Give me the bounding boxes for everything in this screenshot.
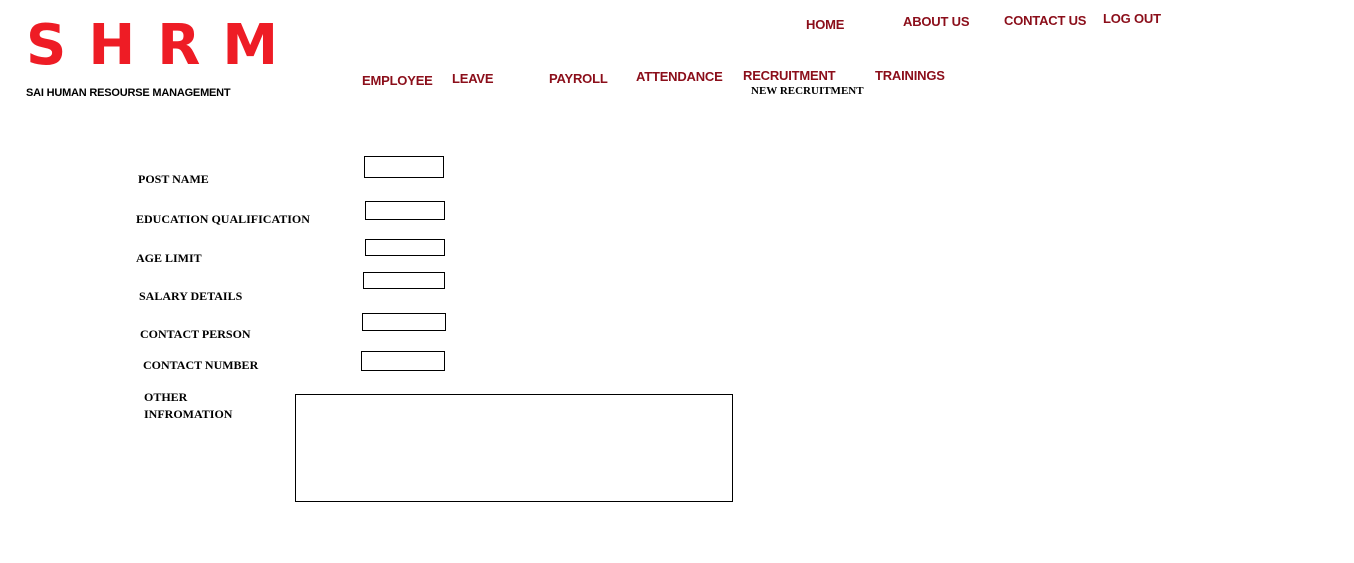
age-limit-input[interactable] bbox=[365, 239, 445, 256]
contact-person-input[interactable] bbox=[362, 313, 446, 331]
other-info-textarea[interactable] bbox=[295, 394, 733, 502]
education-input[interactable] bbox=[365, 201, 445, 220]
brand-tagline: SAI HUMAN RESOURSE MANAGEMENT bbox=[26, 87, 231, 99]
nav-new-recruitment-link[interactable]: NEW RECRUITMENT bbox=[751, 85, 864, 97]
salary-input[interactable] bbox=[363, 272, 445, 289]
nav-leave-link[interactable]: LEAVE bbox=[452, 71, 494, 86]
age-limit-label: AGE LIMIT bbox=[136, 251, 202, 265]
contact-number-input[interactable] bbox=[361, 351, 445, 371]
contact-person-label: CONTACT PERSON bbox=[140, 327, 251, 341]
nav-employee-link[interactable]: EMPLOYEE bbox=[362, 73, 433, 88]
nav-about-link[interactable]: ABOUT US bbox=[903, 14, 969, 29]
education-label: EDUCATION QUALIFICATION bbox=[136, 212, 310, 226]
contact-number-label: CONTACT NUMBER bbox=[143, 358, 259, 372]
brand-logo: SHRM bbox=[26, 13, 301, 78]
post-name-input[interactable] bbox=[364, 156, 444, 178]
nav-contact-link[interactable]: CONTACT US bbox=[1004, 13, 1086, 28]
nav-recruitment-link[interactable]: RECRUITMENT bbox=[743, 68, 836, 83]
nav-trainings-link[interactable]: TRAININGS bbox=[875, 68, 945, 83]
nav-home-link[interactable]: HOME bbox=[806, 17, 844, 32]
salary-label: SALARY DETAILS bbox=[139, 289, 243, 303]
post-name-label: POST NAME bbox=[138, 172, 209, 186]
nav-payroll-link[interactable]: PAYROLL bbox=[549, 71, 608, 86]
nav-logout-link[interactable]: LOG OUT bbox=[1103, 11, 1161, 26]
other-info-label: OTHER INFROMATION bbox=[144, 390, 233, 421]
nav-attendance-link[interactable]: ATTENDANCE bbox=[636, 69, 723, 84]
